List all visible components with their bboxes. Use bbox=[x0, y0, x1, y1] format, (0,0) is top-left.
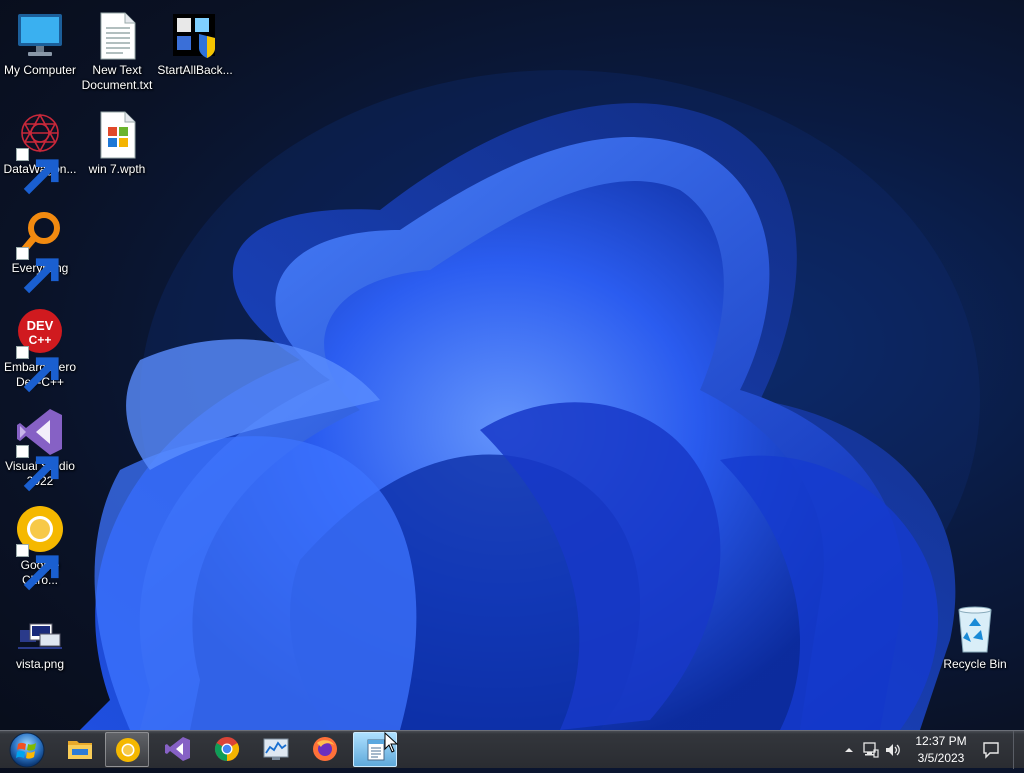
chrome-canary-icon bbox=[116, 738, 140, 762]
desktop-icon-label: win 7.wpth bbox=[88, 162, 146, 176]
desktop-icon-label: New Text Document.txt bbox=[81, 63, 153, 92]
desktop-icon-new-text-document[interactable]: New Text Document.txt bbox=[77, 6, 157, 93]
desktop-icon-label: My Computer bbox=[3, 63, 77, 77]
startallback-icon bbox=[169, 10, 221, 62]
shortcut-arrow-icon bbox=[16, 445, 59, 492]
taskbar-chrome-canary[interactable] bbox=[105, 732, 149, 767]
system-tray bbox=[840, 731, 900, 769]
desktop-icon-datawagon[interactable]: DataWagon... bbox=[0, 105, 80, 195]
taskbar-google-chrome[interactable] bbox=[205, 732, 249, 767]
taskbar: 12:37 PM 3/5/2023 bbox=[0, 730, 1024, 769]
visual-studio-icon bbox=[14, 406, 66, 492]
folder-icon bbox=[68, 741, 92, 759]
desktop-icon-visual-studio[interactable]: Visual Studio 2022 bbox=[0, 402, 80, 492]
action-center-button[interactable] bbox=[982, 741, 1000, 759]
visual-studio-icon bbox=[165, 737, 190, 761]
taskbar-file-explorer[interactable] bbox=[58, 732, 102, 767]
text-document-icon bbox=[91, 10, 143, 62]
taskbar-resource-monitor[interactable] bbox=[254, 732, 298, 767]
clock-time: 12:37 PM bbox=[915, 734, 967, 748]
shortcut-arrow-icon bbox=[16, 544, 59, 591]
desktop-icon-everything[interactable]: Everything bbox=[0, 204, 80, 294]
desktop-icon-label: vista.png bbox=[15, 657, 65, 671]
datawagon-icon bbox=[14, 109, 66, 195]
taskbar-clock[interactable]: 12:37 PM 3/5/2023 bbox=[905, 733, 977, 767]
network-tray-button[interactable] bbox=[862, 741, 880, 759]
recycle-bin-icon bbox=[949, 604, 1001, 656]
chrome-icon bbox=[214, 737, 240, 761]
notification-icon bbox=[983, 742, 999, 759]
show-desktop-button[interactable] bbox=[1013, 731, 1024, 769]
everything-search-icon bbox=[14, 208, 66, 294]
desktop-icon-google-chrome-canary[interactable]: Google Chro... bbox=[0, 501, 80, 591]
desktop-icon-dev-cpp[interactable]: DEV C++ Embarcadero Dev-C++ bbox=[0, 303, 80, 393]
desktop-icon-vista-png[interactable]: vista.png bbox=[0, 600, 80, 672]
taskbar-visual-studio[interactable] bbox=[156, 732, 200, 767]
desktop-icon-recycle-bin[interactable]: Recycle Bin bbox=[935, 600, 1015, 672]
firefox-icon bbox=[313, 737, 337, 761]
clock-date: 3/5/2023 bbox=[917, 751, 965, 765]
windows-start-orb-icon bbox=[9, 732, 45, 768]
chevron-up-icon bbox=[845, 748, 853, 752]
mouse-cursor-icon bbox=[384, 732, 398, 753]
desktop-icon-label: Recycle Bin bbox=[943, 657, 1007, 671]
desktop-icon-label: StartAllBack... bbox=[157, 63, 233, 77]
desktop-icon-startallback[interactable]: StartAllBack... bbox=[155, 6, 235, 78]
shortcut-arrow-icon bbox=[16, 148, 59, 195]
desktop-icon-my-computer[interactable]: My Computer bbox=[0, 6, 80, 78]
desktop[interactable]: My Computer New Text Document.txt StartA… bbox=[0, 0, 1024, 730]
desktop-icon-win7-theme[interactable]: win 7.wpth bbox=[77, 105, 157, 177]
show-hidden-icons-button[interactable] bbox=[842, 743, 856, 757]
volume-tray-button[interactable] bbox=[884, 741, 902, 759]
svg-text:DEV: DEV bbox=[27, 318, 54, 333]
taskbar-firefox[interactable] bbox=[303, 732, 347, 767]
theme-file-icon bbox=[91, 109, 143, 161]
monitor-chart-icon bbox=[263, 738, 289, 760]
computer-icon bbox=[14, 10, 66, 62]
devcpp-icon: DEV C++ bbox=[14, 307, 66, 393]
shortcut-arrow-icon bbox=[16, 346, 59, 393]
speaker-icon bbox=[886, 744, 900, 756]
image-file-icon bbox=[14, 604, 66, 656]
chrome-canary-icon bbox=[14, 505, 66, 591]
svg-text:C++: C++ bbox=[29, 333, 52, 347]
shortcut-arrow-icon bbox=[16, 247, 59, 294]
network-icon bbox=[863, 742, 879, 758]
start-button[interactable] bbox=[5, 732, 49, 768]
